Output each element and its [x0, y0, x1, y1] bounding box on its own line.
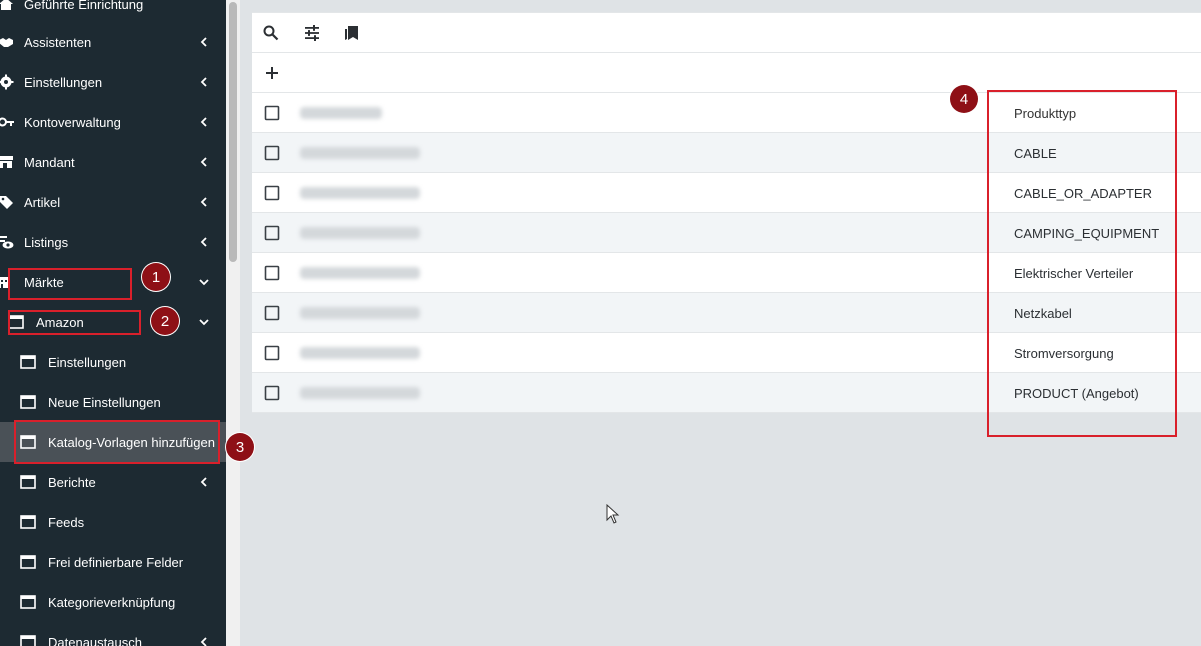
annotation-badge-2: 2: [151, 307, 179, 335]
sidebar-item-neue-einstellungen[interactable]: Neue Einstellungen: [0, 382, 226, 422]
blurred-cell: [300, 227, 420, 239]
blurred-cell: [300, 267, 420, 279]
checkbox-icon[interactable]: [264, 385, 280, 401]
sidebar-item-label: Neue Einstellungen: [48, 395, 161, 410]
sidebar-item-label: Listings: [24, 235, 69, 250]
window-icon: [20, 355, 36, 369]
window-icon: [20, 595, 36, 609]
sidebar-item-assistenten[interactable]: Assistenten: [0, 22, 226, 62]
sidebar-item-label: Kontoverwaltung: [24, 115, 121, 130]
sidebar-item-label: Feeds: [48, 515, 85, 530]
sidebar-item-berichte[interactable]: Berichte: [0, 462, 226, 502]
annotation-box-2: [8, 310, 141, 335]
sidebar-item-amazon-einstellungen[interactable]: Einstellungen: [0, 342, 226, 382]
chevron-left-icon: [200, 637, 207, 646]
tag-icon: [0, 196, 13, 209]
blurred-header: [300, 107, 382, 119]
key-icon: [0, 117, 14, 127]
chevron-down-icon: [199, 279, 209, 286]
chevron-left-icon: [200, 37, 207, 47]
sidebar-item-datenaustausch[interactable]: Datenaustausch: [0, 622, 226, 646]
sidebar-item-label: Einstellungen: [48, 355, 127, 370]
bookmarks-icon[interactable]: [343, 24, 361, 42]
sidebar-item-frei-definierbare-felder[interactable]: Frei definierbare Felder: [0, 542, 226, 582]
chevron-left-icon: [200, 77, 207, 87]
checkbox-icon[interactable]: [264, 145, 280, 161]
annotation-badge-1: 1: [142, 263, 170, 291]
store-icon: [0, 156, 13, 168]
annotation-badge-4: 4: [950, 85, 978, 113]
sidebar-item-label: Geführte Einrichtung: [24, 0, 144, 12]
sidebar-item-label: Datenaustausch: [48, 635, 142, 646]
sidebar-item-label: Mandant: [24, 155, 75, 170]
search-icon[interactable]: [262, 24, 280, 42]
annotation-badge-3: 3: [226, 433, 254, 461]
blurred-cell: [300, 187, 420, 199]
sidebar-item-label: Assistenten: [24, 35, 92, 50]
sidebar-item-label: Kategorieverknüpfung: [48, 595, 176, 610]
tune-icon[interactable]: [303, 24, 321, 42]
plus-icon[interactable]: [263, 64, 281, 82]
blurred-cell: [300, 387, 420, 399]
sidebar-item-mandant[interactable]: Mandant: [0, 142, 226, 182]
chevron-left-icon: [200, 237, 207, 247]
mouse-cursor-icon: [606, 504, 620, 524]
sidebar-item-kontoverwaltung[interactable]: Kontoverwaltung: [0, 102, 226, 142]
chevron-left-icon: [200, 197, 207, 207]
gear-icon: [0, 74, 14, 90]
add-bar: [252, 53, 1201, 93]
sidebar-item-label: Frei definierbare Felder: [48, 555, 184, 570]
annotation-box-4: [987, 90, 1177, 437]
sidebar-item-label: Berichte: [48, 475, 96, 490]
window-icon: [20, 515, 36, 529]
checkbox-icon[interactable]: [264, 345, 280, 361]
chevron-left-icon: [200, 477, 207, 487]
blurred-cell: [300, 347, 420, 359]
blurred-cell: [300, 147, 420, 159]
toolbar: [252, 13, 1201, 53]
checkbox-icon[interactable]: [264, 105, 280, 121]
sidebar-item-listings[interactable]: Listings: [0, 222, 226, 262]
window-icon: [20, 475, 36, 489]
window-icon: [20, 395, 36, 409]
window-icon: [20, 635, 36, 646]
sidebar-item-label: Artikel: [24, 195, 61, 210]
sidebar-item-label: Einstellungen: [24, 75, 103, 90]
sidebar-item-artikel[interactable]: Artikel: [0, 182, 226, 222]
chevron-left-icon: [200, 157, 207, 167]
annotation-box-3: [14, 420, 220, 464]
annotation-box-1: [8, 268, 132, 300]
checkbox-icon[interactable]: [264, 265, 280, 281]
sidebar-item-einstellungen[interactable]: Einstellungen: [0, 62, 226, 102]
checkbox-icon[interactable]: [264, 305, 280, 321]
sidebar-scroll-thumb[interactable]: [229, 2, 237, 262]
blurred-cell: [300, 307, 420, 319]
checkbox-icon[interactable]: [264, 225, 280, 241]
handshake-icon: [0, 38, 13, 47]
eye-icon: [0, 236, 14, 249]
sidebar-item-feeds[interactable]: Feeds: [0, 502, 226, 542]
sidebar-item-gefuehrte-einrichtung[interactable]: Geführte Einrichtung: [0, 0, 226, 24]
window-icon: [20, 555, 36, 569]
chevron-down-icon: [199, 319, 209, 326]
chevron-left-icon: [200, 117, 207, 127]
checkbox-icon[interactable]: [264, 185, 280, 201]
home-icon: [0, 0, 13, 10]
sidebar-item-kategorieverknuepfung[interactable]: Kategorieverknüpfung: [0, 582, 226, 622]
